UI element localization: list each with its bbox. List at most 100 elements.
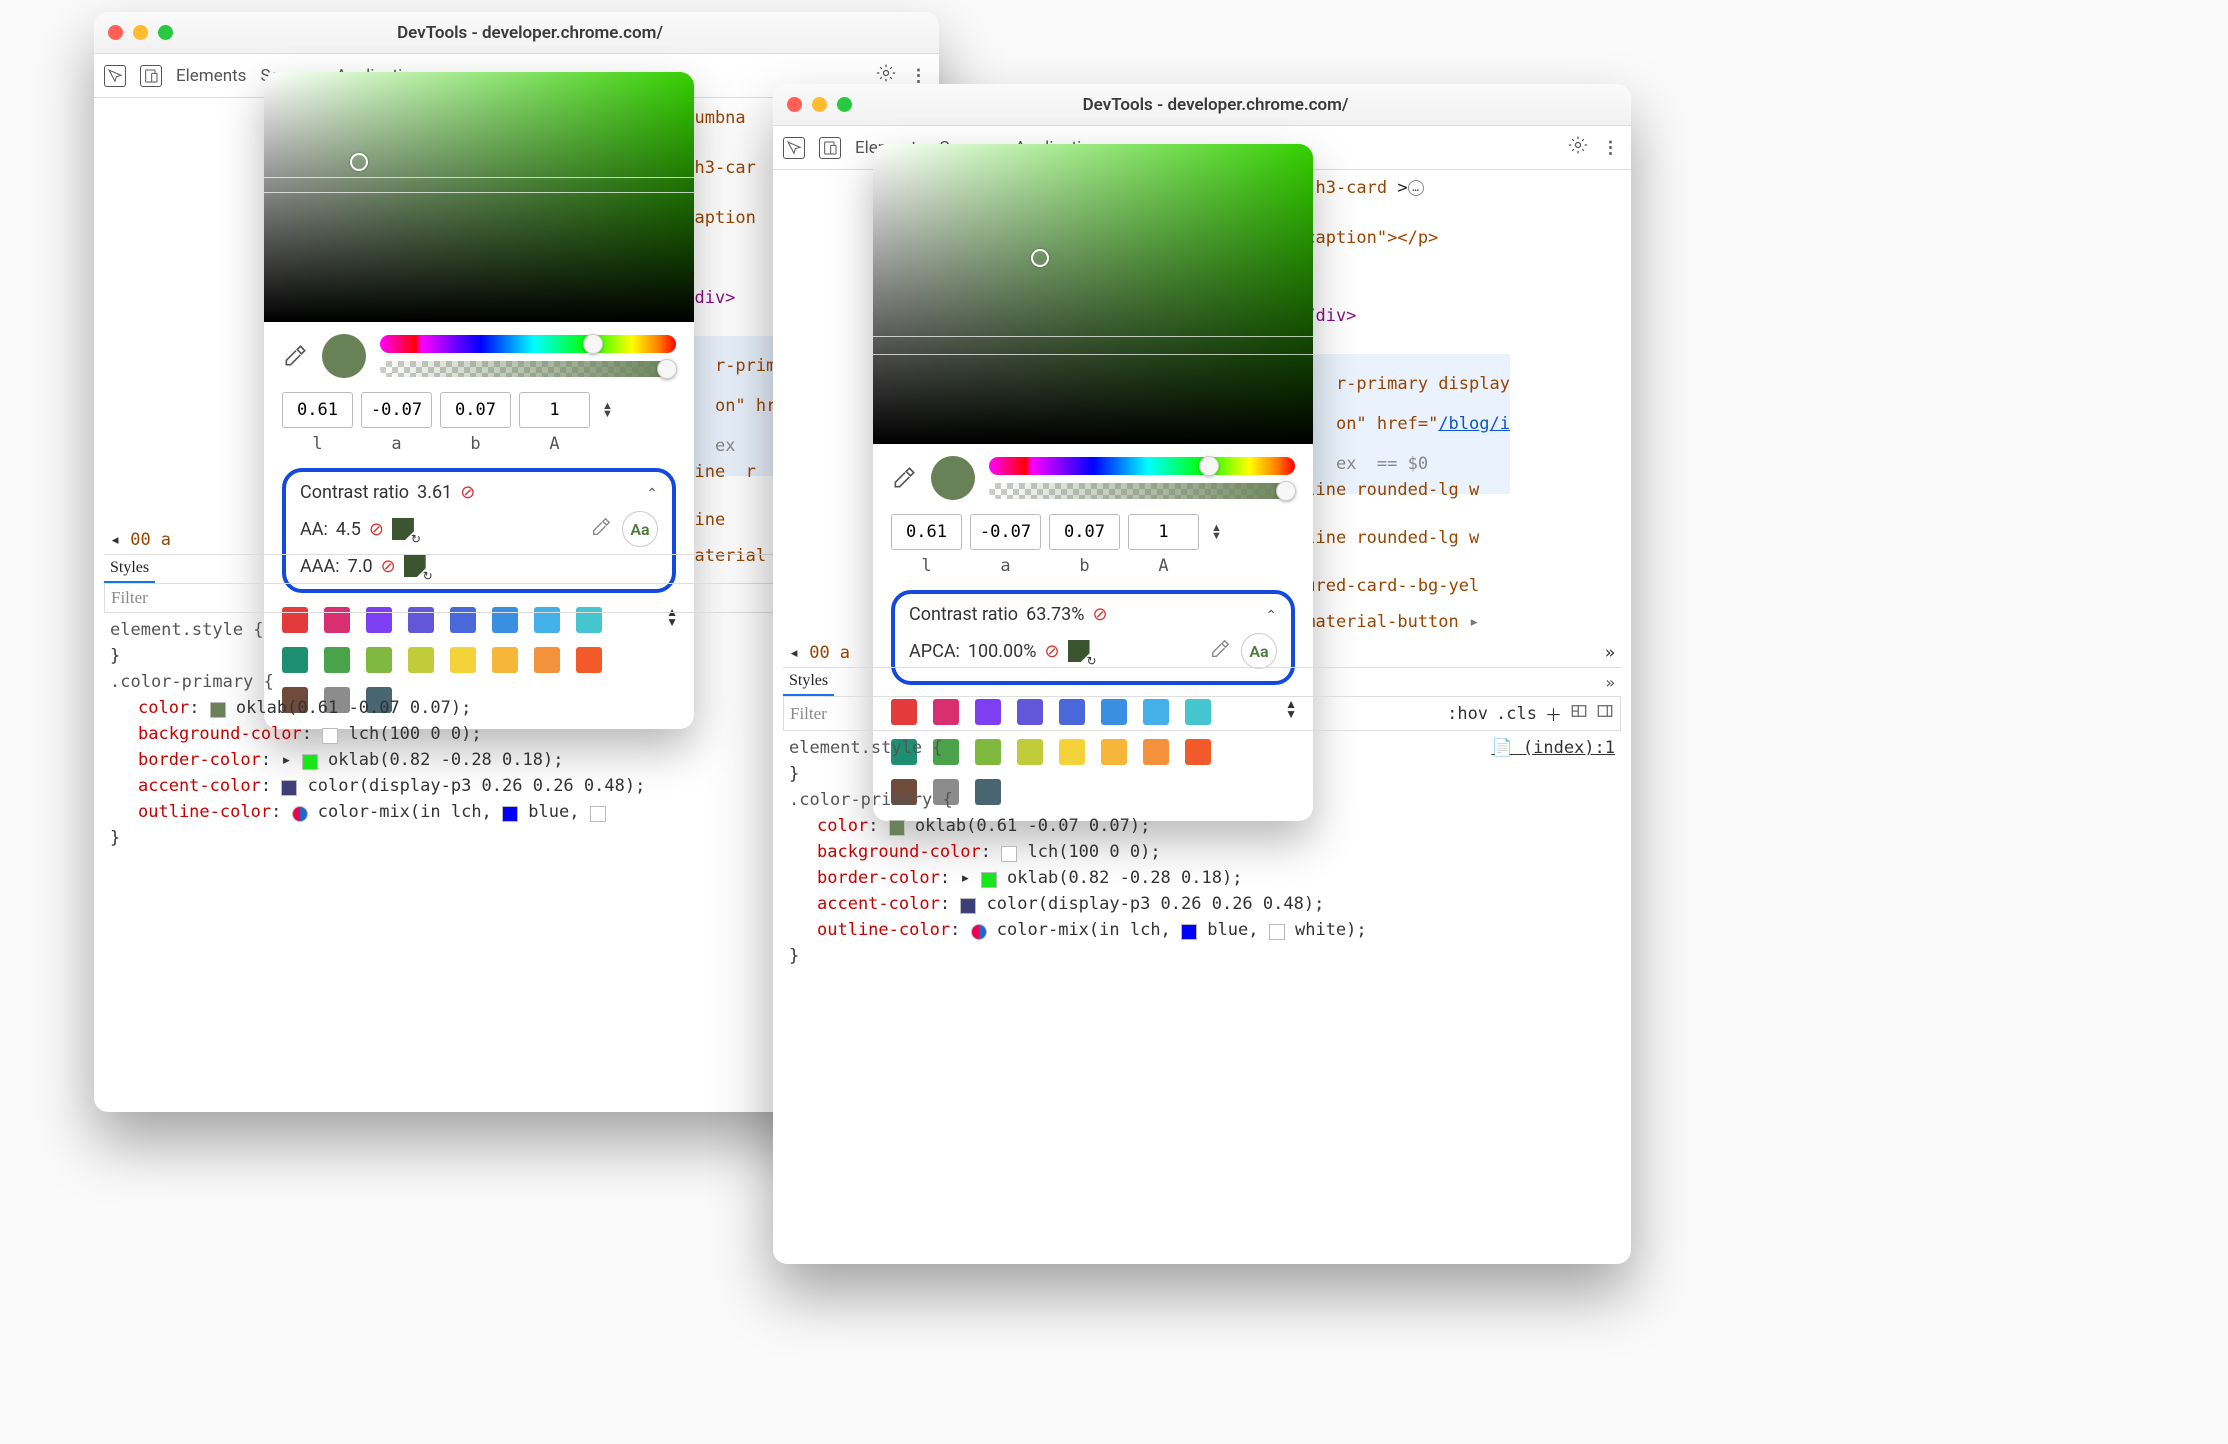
alpha-thumb[interactable]	[1276, 481, 1296, 501]
eyedropper-icon[interactable]	[891, 465, 917, 491]
alpha-input[interactable]	[519, 392, 590, 428]
inspect-icon[interactable]	[783, 137, 805, 159]
color-swatch[interactable]	[1269, 924, 1285, 940]
color-mix-swatch[interactable]	[971, 924, 987, 940]
css-value[interactable]: lch(100 0 0)	[349, 724, 472, 744]
css-value[interactable]: oklab(0.82 -0.28 0.18)	[1007, 868, 1232, 888]
color-swatch[interactable]	[210, 702, 226, 718]
breadcrumb[interactable]: .material-button ▸	[1295, 612, 1479, 632]
l-input[interactable]	[282, 392, 353, 428]
css-prop[interactable]: color	[138, 698, 189, 718]
css-value[interactable]: color(display-p3 0.26 0.26 0.48)	[308, 776, 636, 796]
dom-text: r-primary display on" href="/blog/i ex =…	[1295, 354, 1510, 494]
styles-tab[interactable]: Styles	[104, 555, 155, 583]
device-toggle-icon[interactable]	[819, 137, 841, 159]
crumb-more-icon[interactable]: »	[1605, 643, 1615, 663]
css-prop[interactable]: outline-color	[817, 920, 950, 940]
b-input[interactable]	[1049, 514, 1120, 550]
color-mix-swatch[interactable]	[292, 806, 308, 822]
a-label: a	[361, 434, 432, 454]
color-swatch[interactable]	[1181, 924, 1197, 940]
css-prop[interactable]: border-color	[138, 750, 261, 770]
close-icon[interactable]	[787, 97, 802, 112]
alpha-thumb[interactable]	[657, 359, 677, 379]
color-swatch[interactable]	[981, 872, 997, 888]
tab-elements[interactable]: Elements	[176, 66, 246, 86]
layout-icon[interactable]	[1570, 702, 1588, 725]
hue-slider[interactable]	[380, 335, 676, 353]
source-link[interactable]: 📄 (index):1	[1491, 738, 1615, 758]
css-prop[interactable]: background-color	[138, 724, 302, 744]
a-input[interactable]	[361, 392, 432, 428]
cls-toggle[interactable]: .cls	[1496, 704, 1537, 724]
rule-selector[interactable]: .color-primary {	[789, 787, 1615, 813]
sidebar-toggle-icon[interactable]	[1596, 702, 1614, 725]
a-input[interactable]	[970, 514, 1041, 550]
a-label: a	[970, 556, 1041, 576]
color-swatch[interactable]	[889, 820, 905, 836]
spectrum-cursor[interactable]	[350, 153, 368, 171]
alpha-slider[interactable]	[380, 361, 676, 377]
breadcrumb-item[interactable]: a	[840, 643, 850, 663]
css-value[interactable]: color-mix(in lch,	[318, 802, 492, 822]
window-title: DevTools - developer.chrome.com/	[814, 95, 1617, 115]
css-prop[interactable]: accent-color	[817, 894, 940, 914]
chevron-up-icon[interactable]: ⌃	[646, 486, 658, 502]
more-tabs-icon[interactable]: »	[1605, 673, 1615, 692]
b-input[interactable]	[440, 392, 511, 428]
styles-filter-input[interactable]: Filter	[111, 588, 873, 608]
styles-filter-input[interactable]: Filter	[790, 704, 1439, 724]
format-toggle[interactable]: ▲▼	[1211, 514, 1222, 550]
styles-tab[interactable]: Styles	[783, 668, 834, 696]
dom-link[interactable]: /blog/i	[1438, 414, 1510, 434]
spectrum-area[interactable]	[873, 144, 1313, 444]
css-prop[interactable]: outline-color	[138, 802, 271, 822]
fail-icon: ⊘	[1092, 604, 1107, 625]
css-value[interactable]: color-mix(in lch,	[997, 920, 1171, 940]
css-value[interactable]: oklab(0.61 -0.07 0.07)	[915, 816, 1140, 836]
color-swatch[interactable]	[960, 898, 976, 914]
chevron-up-icon[interactable]: ⌃	[1265, 608, 1277, 624]
breadcrumb-item[interactable]: a	[161, 530, 171, 550]
alpha-label: A	[1128, 556, 1199, 576]
css-value[interactable]: lch(100 0 0)	[1028, 842, 1151, 862]
breadcrumb-item[interactable]: 00	[130, 530, 150, 550]
color-swatch[interactable]	[1001, 846, 1017, 862]
eyedropper-icon[interactable]	[282, 343, 308, 369]
spectrum-area[interactable]	[264, 72, 694, 322]
css-value[interactable]: oklab(0.82 -0.28 0.18)	[328, 750, 553, 770]
css-prop[interactable]: color	[817, 816, 868, 836]
crumb-prev-icon[interactable]: ◂	[110, 530, 120, 550]
spectrum-cursor[interactable]	[1031, 249, 1049, 267]
alpha-input[interactable]	[1128, 514, 1199, 550]
close-icon[interactable]	[108, 25, 123, 40]
css-value[interactable]: color(display-p3 0.26 0.26 0.48)	[987, 894, 1315, 914]
kebab-menu-icon[interactable]: ⋮	[1602, 138, 1621, 158]
crumb-prev-icon[interactable]: ◂	[789, 643, 799, 663]
css-prop[interactable]: accent-color	[138, 776, 261, 796]
gear-icon[interactable]	[1568, 135, 1588, 160]
color-swatch[interactable]	[502, 806, 518, 822]
css-value[interactable]: oklab(0.61 -0.07 0.07)	[236, 698, 461, 718]
alpha-slider[interactable]	[989, 483, 1295, 499]
contrast-label: Contrast ratio	[300, 482, 409, 503]
hue-thumb[interactable]	[1199, 456, 1219, 476]
titlebar: DevTools - developer.chrome.com/	[94, 12, 939, 54]
breadcrumb-item[interactable]: 00	[809, 643, 829, 663]
kebab-menu-icon[interactable]: ⋮	[910, 66, 929, 86]
css-prop[interactable]: background-color	[817, 842, 981, 862]
inspect-icon[interactable]	[104, 65, 126, 87]
format-toggle[interactable]: ▲▼	[602, 392, 613, 428]
new-rule-icon[interactable]: ＋	[1545, 701, 1562, 726]
l-label: l	[282, 434, 353, 454]
l-input[interactable]	[891, 514, 962, 550]
hue-thumb[interactable]	[583, 334, 603, 354]
hue-slider[interactable]	[989, 457, 1295, 475]
device-toggle-icon[interactable]	[140, 65, 162, 87]
rule-close: }	[789, 761, 1615, 787]
css-prop[interactable]: border-color	[817, 868, 940, 888]
color-swatch[interactable]	[590, 806, 606, 822]
color-swatch[interactable]	[281, 780, 297, 796]
color-swatch[interactable]	[302, 754, 318, 770]
color-swatch[interactable]	[322, 728, 338, 744]
